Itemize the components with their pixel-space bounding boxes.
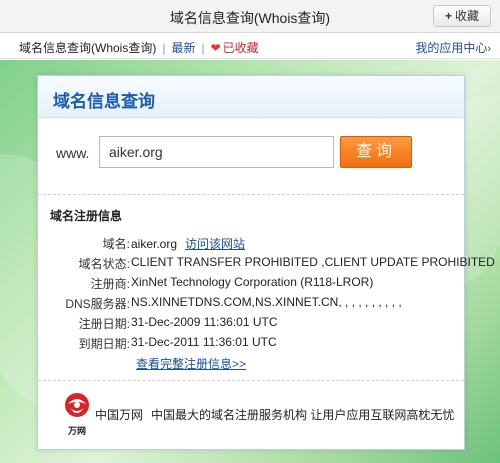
footer-brand: 中国万网 xyxy=(95,408,144,422)
info-key: 域名状态: xyxy=(78,257,130,271)
registration-info-table: 域名: aiker.org 访问该网站 域名状态: CLIENT TRANSFER… xyxy=(38,232,495,352)
nav-separator: | xyxy=(201,41,205,55)
info-row-registrar: 注册商: XinNet Technology Corporation (R118… xyxy=(38,272,466,292)
divider xyxy=(38,380,464,381)
info-key: 注册日期: xyxy=(78,317,130,331)
info-key: 域名: xyxy=(102,237,130,251)
info-value: NS.XINNETDNS.COM,NS.XINNET.CN, , , , , ,… xyxy=(131,295,402,309)
favorite-button[interactable]: + 收藏 xyxy=(433,5,491,27)
info-value: XinNet Technology Corporation (R118-LROR… xyxy=(131,275,374,289)
title-bar: 域名信息查询(Whois查询) + 收藏 xyxy=(0,0,500,33)
info-row-expiry: 到期日期: 31-Dec-2011 11:36:01 UTC xyxy=(38,332,466,352)
info-row-domain: 域名: aiker.org 访问该网站 xyxy=(38,232,466,252)
heart-icon[interactable]: ❤ xyxy=(211,41,221,55)
footer-text: 中国万网 中国最大的域名注册服务机构 让用户应用互联网高枕无忧 xyxy=(95,406,454,423)
info-row-created: 注册日期: 31-Dec-2009 11:36:01 UTC xyxy=(38,312,466,332)
whois-card: 域名信息查询 www. 查询 域名注册信息 域名: aiker.org 访问该网站… xyxy=(37,75,495,450)
nav-saved-link[interactable]: 已收藏 xyxy=(223,41,259,55)
logo-text: 万网 xyxy=(67,426,86,436)
nav-latest-link[interactable]: 最新 xyxy=(171,41,195,55)
info-key: 到期日期: xyxy=(78,337,130,351)
full-registration-info-link[interactable]: 查看完整注册信息>> xyxy=(136,355,246,372)
my-apps-label: 我的应用中心 xyxy=(415,41,488,55)
info-value: aiker.org xyxy=(131,237,178,251)
info-value: CLIENT TRANSFER PROHIBITED ,CLIENT UPDAT… xyxy=(131,255,495,269)
chevron-right-icon: › xyxy=(487,43,491,55)
search-row: www. 查询 xyxy=(56,136,456,170)
www-prefix: www. xyxy=(56,145,90,161)
info-value: 31-Dec-2009 11:36:01 UTC xyxy=(131,315,278,329)
nav-separator: | xyxy=(162,41,166,55)
visit-site-link[interactable]: 访问该网站 xyxy=(185,237,245,251)
search-button[interactable]: 查询 xyxy=(340,136,412,168)
card-heading: 域名信息查询 xyxy=(53,92,155,111)
card-footer: 万网 中国万网 中国最大的域名注册服务机构 让用户应用互联网高枕无忧 xyxy=(38,384,464,444)
footer-slogan: 中国最大的域名注册服务机构 让用户应用互联网高枕无忧 xyxy=(151,408,455,422)
plus-icon: + xyxy=(444,9,452,23)
favorite-button-label: 收藏 xyxy=(455,9,480,23)
info-key: 注册商: xyxy=(90,277,130,291)
window-title: 域名信息查询(Whois查询) xyxy=(169,10,331,26)
domain-input[interactable] xyxy=(99,136,334,168)
info-key: DNS服务器: xyxy=(65,297,130,311)
registration-info-title: 域名注册信息 xyxy=(50,209,123,223)
divider xyxy=(38,194,464,195)
info-row-status: 域名状态: CLIENT TRANSFER PROHIBITED ,CLIENT… xyxy=(38,252,495,272)
nav-bar: 域名信息查询(Whois查询) | 最新 | ❤ 已收藏 我的应用中心› xyxy=(0,33,500,59)
breadcrumb-current: 域名信息查询(Whois查询) xyxy=(19,41,157,55)
my-apps-link[interactable]: 我的应用中心› xyxy=(415,39,491,56)
info-value: 31-Dec-2011 11:36:01 UTC xyxy=(131,335,277,349)
info-row-dns: DNS服务器: NS.XINNETDNS.COM,NS.XINNET.CN, ,… xyxy=(38,292,466,312)
card-header: 域名信息查询 xyxy=(38,76,464,118)
